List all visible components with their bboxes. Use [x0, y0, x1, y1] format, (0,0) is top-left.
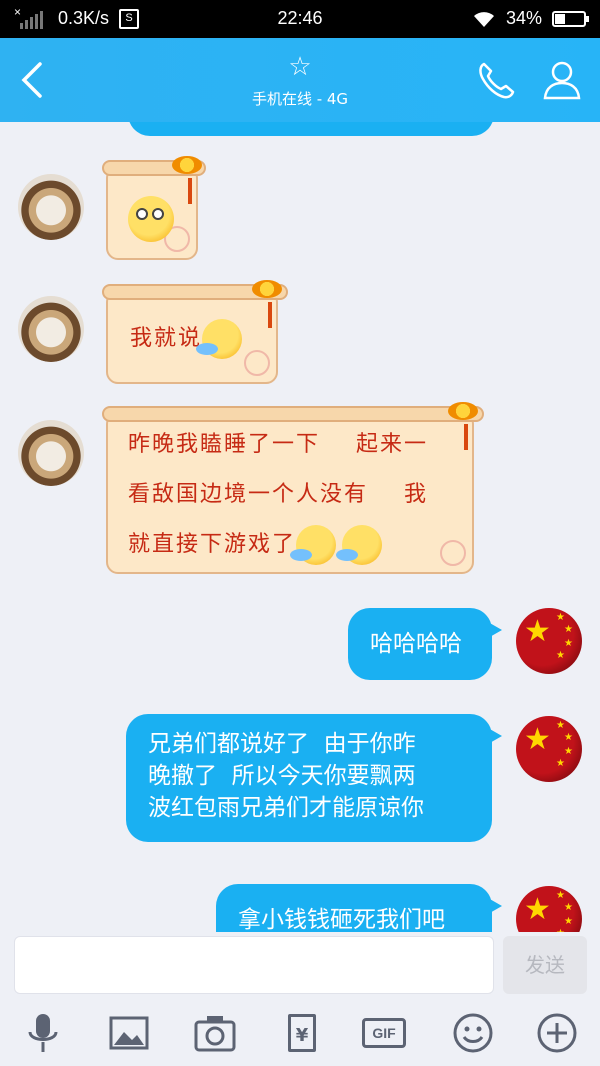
message-bubble[interactable]: 兄弟们都说好了 由于你昨 晚撤了 所以今天你要飘两 波红包雨兄弟们才能原谅你 — [126, 714, 502, 842]
message-bubble[interactable]: 拿小钱钱砸死我们吧 — [216, 884, 502, 932]
gif-icon[interactable]: GIF — [360, 1010, 410, 1056]
message-list[interactable]: 我就说 昨晚我瞌睡了一下 起来一 看敌国边境一个人没有 我 就直接下游戏了 哈哈… — [0, 122, 600, 932]
contact-avatar[interactable] — [18, 296, 84, 362]
crying-emoji-icon — [290, 525, 337, 565]
phone-icon[interactable] — [474, 58, 518, 102]
star-flag-icon: ★ — [524, 722, 551, 757]
message-text-line: 波红包雨兄弟们才能原谅你 — [148, 795, 424, 821]
message-text-line: 就直接下游戏了 — [128, 532, 297, 557]
emoji-icon[interactable] — [450, 1010, 496, 1056]
input-bar: 发送 — [0, 932, 600, 998]
message-bubble[interactable]: 哈哈哈哈 — [348, 608, 502, 680]
flower-decoration-icon — [448, 402, 478, 420]
message-bubble[interactable]: 昨晚我瞌睡了一下 起来一 看敌国边境一个人没有 我 就直接下游戏了 — [102, 402, 484, 574]
red-packet-icon[interactable]: ¥ — [282, 1010, 328, 1056]
microphone-icon[interactable] — [20, 1010, 66, 1056]
battery-percent: 34% — [505, 8, 542, 28]
message-text: 拿小钱钱砸死我们吧 — [238, 907, 445, 932]
my-avatar[interactable]: ★ ★ ★ ★ ★ — [516, 608, 582, 674]
previous-message-bubble[interactable] — [128, 122, 494, 136]
star-flag-icon: ★ — [524, 614, 551, 649]
profile-icon[interactable] — [540, 58, 584, 102]
message-text-line: 看敌国边境一个人没有 我 — [128, 482, 428, 507]
flower-decoration-icon — [172, 156, 202, 174]
crying-emoji-icon — [336, 525, 383, 565]
my-avatar[interactable]: ★ ★ ★ ★ ★ — [516, 716, 582, 782]
flower-decoration-icon — [252, 280, 282, 298]
input-toolbar: ¥ GIF — [0, 1000, 600, 1066]
wifi-icon — [473, 11, 494, 27]
contact-avatar[interactable] — [18, 174, 84, 240]
message-input[interactable] — [14, 936, 494, 994]
send-button[interactable]: 发送 — [503, 936, 587, 994]
message-bubble[interactable]: 我就说 — [102, 280, 288, 384]
image-icon[interactable] — [106, 1010, 152, 1056]
contact-avatar[interactable] — [18, 420, 84, 486]
message-text: 我就说 — [130, 326, 203, 351]
battery-icon — [552, 10, 589, 27]
camera-icon[interactable] — [192, 1010, 238, 1056]
sticker-message[interactable] — [102, 156, 206, 260]
crying-emoji-icon — [196, 319, 243, 359]
message-text-line: 兄弟们都说好了 由于你昨 — [148, 731, 416, 757]
message-text-line: 昨晚我瞌睡了一下 起来一 — [128, 432, 428, 457]
surprised-emoji-icon — [128, 196, 174, 242]
status-bar: × 0.3K/s S 22:46 34% — [0, 0, 600, 38]
chat-header: ☆ 手机在线 - 4G — [0, 38, 600, 122]
my-avatar[interactable]: ★ ★ ★ ★ ★ — [516, 886, 582, 932]
message-text: 哈哈哈哈 — [370, 631, 462, 657]
star-flag-icon: ★ — [524, 892, 551, 927]
message-text-line: 晚撤了 所以今天你要飘两 — [148, 763, 416, 789]
plus-icon[interactable] — [534, 1010, 580, 1056]
